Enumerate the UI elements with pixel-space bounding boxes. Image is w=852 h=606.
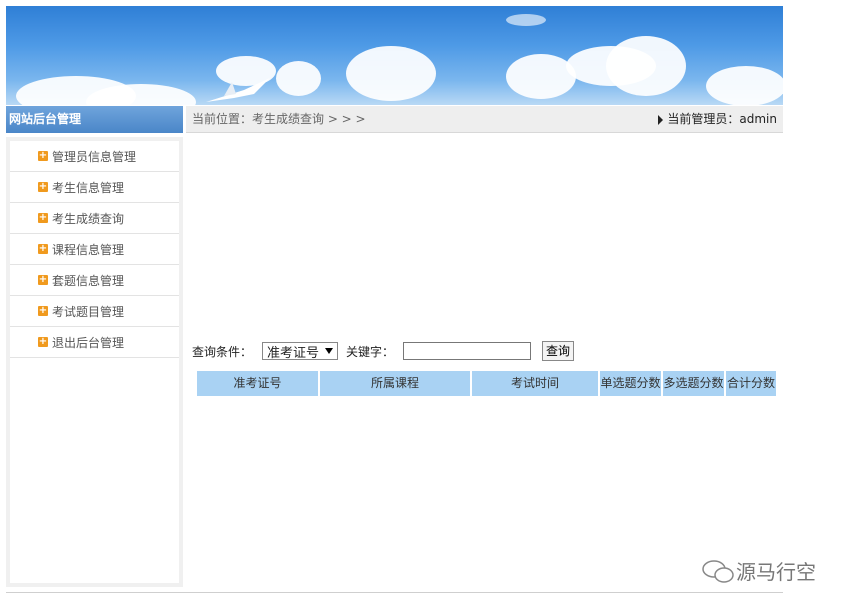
column-header-total-score: 合计分数 — [726, 371, 776, 396]
sidebar-item-label: 退出后台管理 — [52, 335, 125, 350]
plus-icon: + — [38, 212, 48, 223]
condition-select[interactable]: 准考证号 — [262, 342, 339, 361]
footer-divider — [6, 592, 783, 593]
plus-icon: + — [38, 274, 48, 285]
sidebar-item-course-info[interactable]: + 课程信息管理 — [10, 234, 179, 265]
column-header-multi-choice-score: 多选题分数 — [663, 371, 724, 396]
sidebar-item-paper-set-info[interactable]: + 套题信息管理 — [10, 265, 179, 296]
column-header-exam-time: 考试时间 — [472, 371, 598, 396]
column-header-ticket-number: 准考证号 — [197, 371, 318, 396]
sidebar-menu: + 管理员信息管理 + 考生信息管理 + 考生成绩查询 + 课程信息管理 + 套… — [10, 141, 179, 583]
plus-icon: + — [38, 150, 48, 161]
keyword-label: 关键字： — [346, 344, 395, 359]
search-bar: 查询条件： 准考证号 关键字： 查询 — [192, 340, 575, 362]
plus-icon: + — [38, 336, 48, 347]
watermark-text: 源马行空 — [736, 560, 816, 584]
watermark: 源马行空 — [700, 556, 816, 585]
sidebar-item-label: 考生信息管理 — [52, 180, 125, 195]
sidebar-item-logout[interactable]: + 退出后台管理 — [10, 327, 179, 358]
plus-icon: + — [38, 181, 48, 192]
airplane-icon — [206, 78, 270, 102]
breadcrumb-location: 当前位置：考生成绩查询 > > > — [192, 112, 366, 126]
sidebar-item-score-query[interactable]: + 考生成绩查询 — [10, 203, 179, 234]
current-admin-label: 当前管理员：admin — [667, 112, 777, 126]
sidebar-item-student-info[interactable]: + 考生信息管理 — [10, 172, 179, 203]
breadcrumb: 当前位置：考生成绩查询 > > > 当前管理员：admin — [186, 106, 783, 133]
current-admin: 当前管理员：admin — [658, 106, 777, 133]
header-banner — [6, 6, 783, 105]
sidebar-item-label: 考生成绩查询 — [52, 211, 125, 226]
sidebar-item-label: 考试题目管理 — [52, 304, 125, 319]
column-header-single-choice-score: 单选题分数 — [600, 371, 661, 396]
sidebar-item-label: 套题信息管理 — [52, 273, 125, 288]
condition-label: 查询条件： — [192, 344, 253, 359]
dropdown-arrow-icon — [325, 348, 334, 354]
sidebar: + 管理员信息管理 + 考生信息管理 + 考生成绩查询 + 课程信息管理 + 套… — [6, 137, 183, 587]
column-header-course: 所属课程 — [320, 371, 470, 396]
score-table-header: 准考证号 所属课程 考试时间 单选题分数 多选题分数 合计分数 — [197, 371, 776, 396]
sidebar-item-admin-info[interactable]: + 管理员信息管理 — [10, 141, 179, 172]
sidebar-item-label: 课程信息管理 — [52, 242, 125, 257]
wechat-icon — [702, 559, 734, 583]
sidebar-item-question-manage[interactable]: + 考试题目管理 — [10, 296, 179, 327]
sidebar-title: 网站后台管理 — [6, 106, 183, 133]
triangle-right-icon — [658, 114, 664, 125]
query-button[interactable]: 查询 — [542, 341, 575, 361]
plus-icon: + — [38, 305, 48, 316]
plus-icon: + — [38, 243, 48, 254]
condition-select-value: 准考证号 — [267, 345, 320, 361]
keyword-input[interactable] — [403, 342, 532, 360]
sidebar-item-label: 管理员信息管理 — [52, 149, 137, 164]
